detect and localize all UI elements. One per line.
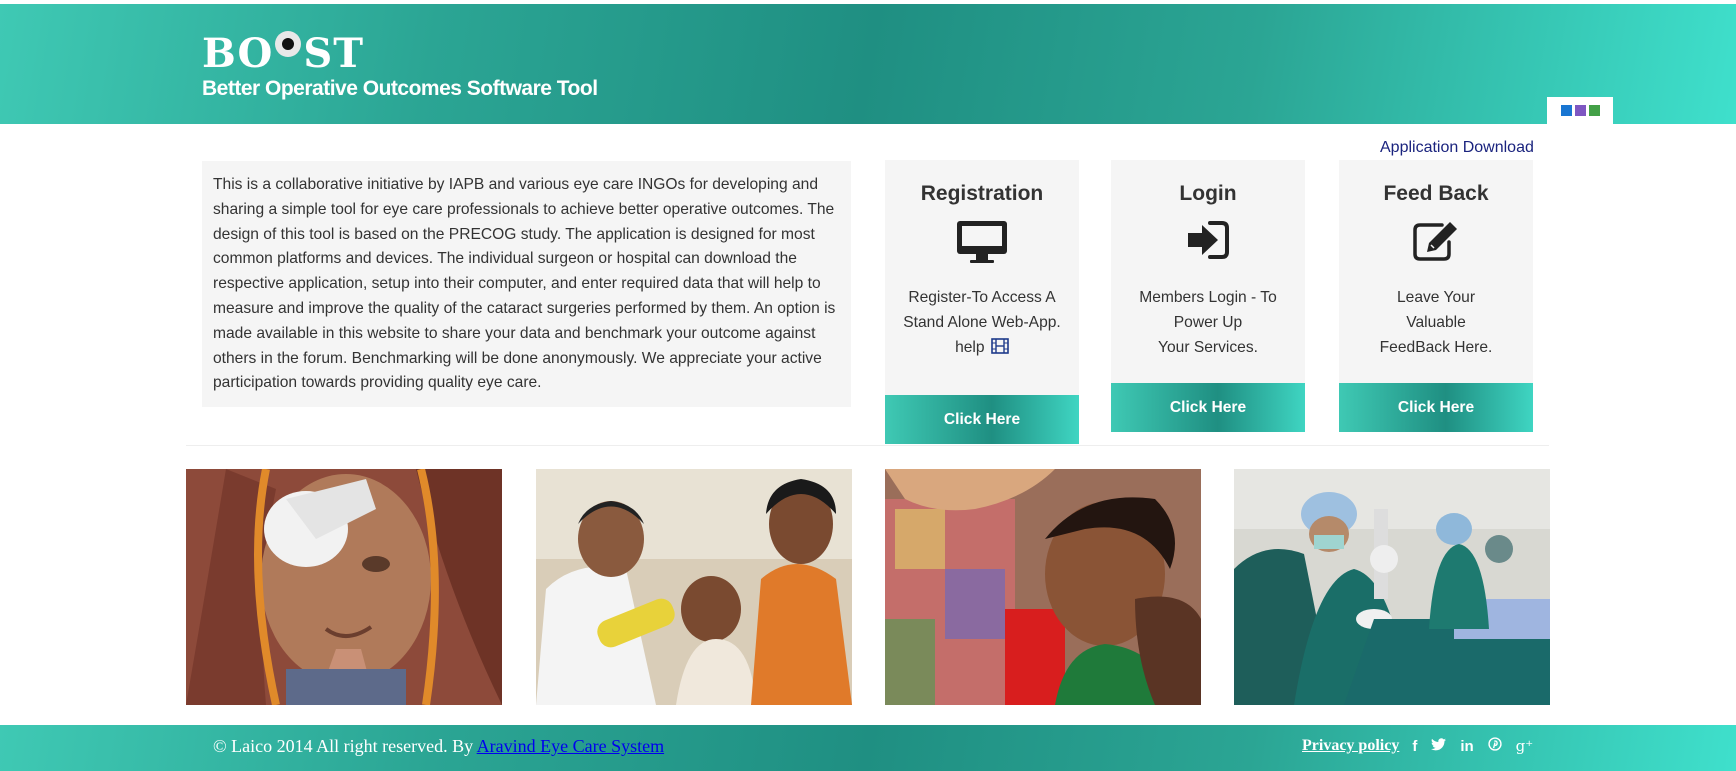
pinterest-icon[interactable]	[1488, 737, 1502, 755]
linkedin-icon[interactable]: in	[1460, 738, 1473, 755]
logo-tagline: Better Operative Outcomes Software Tool	[202, 77, 598, 100]
feedback-card: Feed Back Leave Your Valuable FeedBack H…	[1339, 160, 1533, 432]
card-description: Leave Your Valuable FeedBack Here.	[1379, 289, 1493, 356]
site-footer: © Laico 2014 All right reserved. By Arav…	[0, 725, 1736, 771]
feedback-button[interactable]: Click Here	[1339, 383, 1533, 432]
purple-swatch[interactable]	[1574, 105, 1586, 116]
surgeons-operating-photo	[1234, 469, 1550, 705]
twitter-icon[interactable]	[1431, 737, 1447, 755]
social-links: f in g⁺	[1412, 737, 1533, 755]
aravind-eye-care-link[interactable]: Aravind Eye Care System	[477, 736, 664, 756]
sign-in-icon	[1111, 220, 1305, 264]
login-card: Login Members Login - To Power Up Your S…	[1111, 160, 1305, 432]
color-switcher	[1547, 97, 1613, 124]
privacy-policy-link[interactable]: Privacy policy	[1302, 737, 1399, 755]
registration-button[interactable]: Click Here	[885, 395, 1079, 444]
edit-icon	[1339, 220, 1533, 264]
child-eye-exam-photo	[885, 469, 1201, 705]
section-divider	[186, 445, 1549, 446]
application-download-link[interactable]: Application Download	[1380, 139, 1534, 157]
registration-card: Registration Register-To Access A Stand …	[885, 160, 1079, 444]
facebook-icon[interactable]: f	[1412, 738, 1417, 755]
card-title: Login	[1179, 182, 1237, 205]
monitor-icon	[885, 220, 1079, 264]
card-title: Feed Back	[1383, 182, 1489, 205]
film-icon[interactable]	[991, 337, 1009, 363]
elderly-woman-eye-patch-photo	[186, 469, 502, 705]
card-title: Registration	[920, 182, 1044, 205]
logo-text-end: ST	[303, 30, 365, 77]
site-header: BO ST Better Operative Outcomes Software …	[0, 4, 1736, 124]
eye-icon	[275, 31, 302, 57]
logo-wordmark: BO ST	[202, 30, 598, 77]
copyright: © Laico 2014 All right reserved. By Arav…	[213, 736, 665, 756]
card-description: Members Login - To Power Up Your Service…	[1139, 289, 1277, 356]
doctor-examining-child-photo	[536, 469, 852, 705]
logo[interactable]: BO ST Better Operative Outcomes Software …	[202, 30, 598, 101]
card-description: Register-To Access A Stand Alone Web-App…	[885, 286, 1079, 362]
footer-links: Privacy policy f in g⁺	[1302, 737, 1533, 755]
logo-text-start: BO	[202, 30, 274, 77]
green-swatch[interactable]	[1588, 105, 1600, 116]
blue-swatch[interactable]	[1560, 105, 1572, 116]
google-plus-icon[interactable]: g⁺	[1516, 737, 1534, 755]
intro-text: This is a collaborative initiative by IA…	[202, 161, 851, 407]
login-button[interactable]: Click Here	[1111, 383, 1305, 432]
